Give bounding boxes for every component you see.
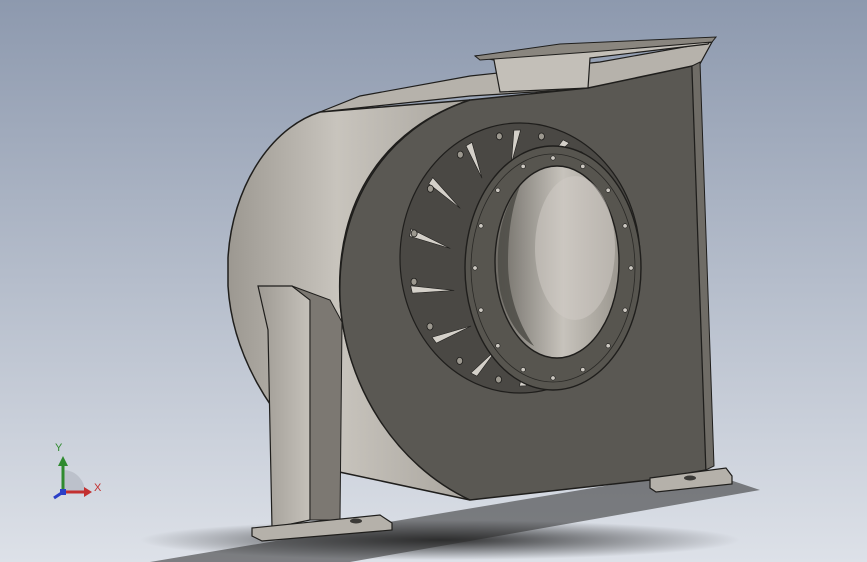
x-axis-arrow — [84, 487, 92, 497]
foot-bolt-hole — [684, 475, 696, 481]
view-triad[interactable]: Y X — [46, 440, 116, 510]
y-axis-label: Y — [55, 442, 63, 454]
flange-bolt — [495, 187, 501, 193]
triad-plane — [63, 470, 85, 492]
flange-bolt — [520, 163, 526, 169]
inlet-bore-far-wall — [535, 176, 615, 320]
fan-model-view[interactable] — [0, 0, 867, 562]
flange-bolt — [622, 223, 628, 229]
bolt-hole — [456, 356, 464, 365]
y-axis-arrow — [58, 456, 68, 466]
triad-origin — [60, 489, 66, 495]
flange-bolt — [580, 163, 586, 169]
flange-bolt — [605, 187, 611, 193]
flange-bolt — [622, 307, 628, 313]
flange-bolt — [472, 265, 478, 271]
flange-bolt — [550, 155, 556, 161]
flange-bolt — [478, 307, 484, 313]
flange-bolt — [495, 343, 501, 349]
flange-bolt — [520, 367, 526, 373]
bolt-hole — [410, 229, 418, 238]
graphics-viewport[interactable]: Y X — [0, 0, 867, 562]
flange-bolt — [580, 367, 586, 373]
foot-bolt-hole — [350, 518, 362, 524]
bolt-hole — [410, 277, 418, 286]
bolt-hole — [456, 150, 464, 159]
x-axis-label: X — [94, 482, 102, 494]
bolt-hole — [538, 132, 545, 141]
bolt-hole — [495, 375, 502, 384]
bolt-hole — [426, 322, 434, 331]
flange-bolt — [478, 223, 484, 229]
flange-bolt — [628, 265, 634, 271]
bolt-hole — [495, 132, 503, 141]
bolt-hole — [427, 184, 434, 193]
flange-bolt — [605, 343, 611, 349]
flange-bolt — [550, 375, 556, 381]
